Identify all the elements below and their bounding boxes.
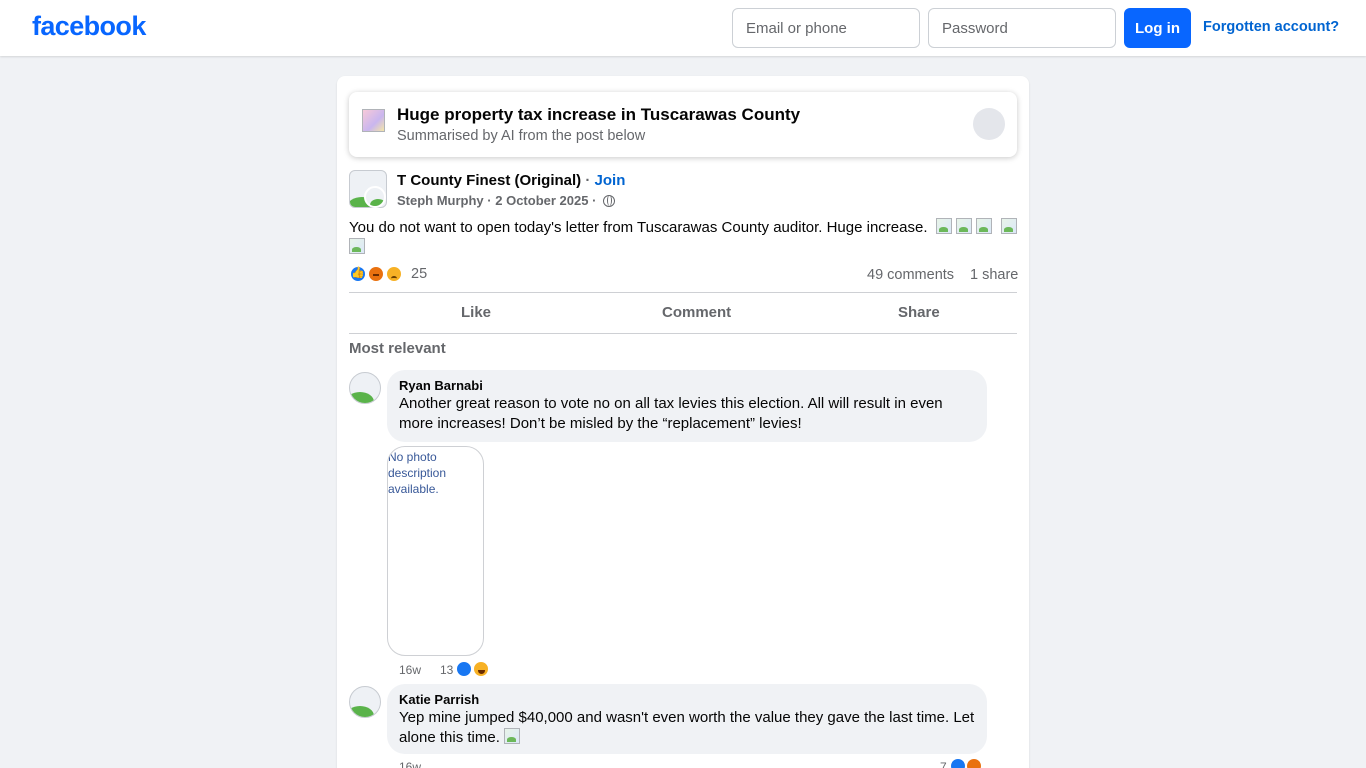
angry-icon — [367, 265, 385, 283]
post-date[interactable]: 2 October 2025 — [495, 193, 588, 208]
login-button[interactable]: Log in — [1124, 8, 1191, 48]
emoji-image — [1000, 218, 1017, 234]
comment-filter[interactable]: Most relevant — [349, 340, 446, 357]
comment-reaction-count[interactable]: 13 — [440, 663, 453, 677]
divider — [349, 333, 1017, 334]
like-button[interactable]: Like — [461, 304, 491, 321]
comments-count[interactable]: 49 comments — [867, 267, 954, 283]
commenter-avatar[interactable] — [349, 372, 381, 404]
comment-photo[interactable]: No photo description available. — [387, 446, 484, 656]
ai-summary-card[interactable]: Huge property tax increase in Tuscarawas… — [349, 92, 1017, 157]
angry-icon — [965, 757, 983, 768]
reaction-count[interactable]: 25 — [411, 266, 427, 282]
post-body: You do not want to open today's letter f… — [349, 218, 1017, 258]
like-icon — [455, 660, 473, 678]
haha-icon — [472, 660, 490, 678]
meta-separator-2: · — [588, 193, 601, 208]
shares-count[interactable]: 1 share — [970, 267, 1018, 283]
summary-title: Huge property tax increase in Tuscarawas… — [397, 105, 801, 124]
emoji-image — [349, 238, 365, 254]
photo-alt-text: No photo description available. — [388, 450, 447, 496]
emoji-image — [504, 728, 521, 744]
facebook-logo[interactable]: facebook — [32, 11, 146, 42]
forgot-account-link[interactable]: Forgotten account? — [1203, 19, 1339, 35]
commenter-name[interactable]: Katie Parrish — [399, 692, 975, 708]
emoji-image — [935, 218, 952, 234]
group-name[interactable]: T County Finest (Original) — [397, 172, 581, 189]
join-link[interactable]: Join — [595, 172, 626, 189]
post-meta: Steph Murphy · 2 October 2025 · — [397, 193, 616, 208]
author-avatar[interactable] — [364, 186, 386, 208]
sad-icon — [385, 265, 403, 283]
share-button[interactable]: Share — [898, 304, 940, 321]
comment-bubble: Ryan Barnabi Another great reason to vot… — [387, 370, 987, 442]
emoji-image — [956, 218, 972, 234]
divider — [349, 292, 1017, 293]
top-bar: facebook Log in Forgotten account? — [0, 0, 1366, 56]
summary-options-button[interactable] — [973, 108, 1005, 140]
comment-text: Yep mine jumped $40,000 and wasn't even … — [399, 708, 975, 748]
comment-bubble: Katie Parrish Yep mine jumped $40,000 an… — [387, 684, 987, 754]
ai-summary-icon — [362, 109, 385, 132]
meta-separator: · — [483, 193, 496, 208]
email-input[interactable] — [732, 8, 920, 48]
commenter-name[interactable]: Ryan Barnabi — [399, 378, 975, 394]
comment-text-content: Yep mine jumped $40,000 and wasn't even … — [399, 709, 975, 746]
comment-text: Another great reason to vote no on all t… — [399, 395, 943, 432]
post-text: You do not want to open today's letter f… — [349, 219, 928, 236]
summary-subtitle: Summarised by AI from the post below — [397, 128, 646, 144]
comment-button[interactable]: Comment — [662, 304, 731, 321]
comment-time[interactable]: 16w — [399, 663, 421, 677]
comment-time[interactable]: 16w — [399, 760, 421, 768]
comment-reaction-count[interactable]: 7 — [940, 760, 947, 768]
emoji-image — [976, 218, 993, 234]
like-icon — [349, 265, 367, 283]
group-name-line: T County Finest (Original) · Join — [397, 172, 625, 189]
post-card: Huge property tax increase in Tuscarawas… — [337, 76, 1029, 768]
post-author[interactable]: Steph Murphy — [397, 193, 484, 208]
commenter-avatar[interactable] — [349, 686, 381, 718]
globe-icon — [603, 195, 616, 207]
group-separator: · — [581, 172, 595, 189]
password-input[interactable] — [928, 8, 1116, 48]
